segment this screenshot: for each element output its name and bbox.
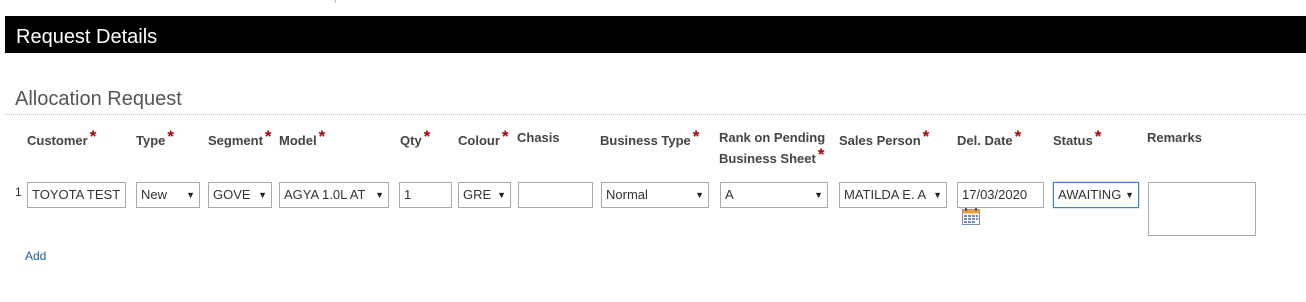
chasis-field[interactable] [518,182,593,208]
col-label-chasis: Chasis [517,130,560,145]
col-header-sales-person: Sales Person * [839,127,930,151]
col-header-del-date: Del. Date * [957,127,1022,151]
required-mark: * [1094,127,1102,146]
sales-person-select[interactable]: MATILDA E. A ▼ [839,182,947,208]
add-row-link[interactable]: Add [25,249,46,263]
dropdown-arrow-icon: ▼ [1125,190,1134,200]
col-label-sales-person: Sales Person [839,133,921,148]
col-header-chasis: Chasis [517,128,560,148]
section-divider [5,114,1306,115]
required-mark: * [423,127,431,146]
col-label-segment: Segment [208,133,263,148]
col-label-customer: Customer [27,133,88,148]
dropdown-arrow-icon: ▼ [258,190,267,200]
business-type-select-value: Normal [606,187,648,202]
col-header-model: Model * [279,127,326,151]
sales-person-select-value: MATILDA E. A [844,187,927,202]
type-select-value: New [141,187,168,202]
business-type-select[interactable]: Normal ▼ [601,182,709,208]
col-header-segment: Segment * [208,127,272,151]
rank-select[interactable]: A ▼ [720,182,828,208]
col-header-rank: Rank on Pending Business Sheet * [719,128,825,169]
required-mark: * [692,127,700,146]
col-label-model: Model [279,133,317,148]
col-label-rank-line2: Business Sheet [719,151,816,166]
col-header-status: Status * [1053,127,1102,151]
rank-select-value: A [725,187,734,202]
model-select-value: AGYA 1.0L AT [284,187,366,202]
col-header-customer: Customer * [27,127,97,151]
col-label-rank-line1: Rank on Pending [719,130,826,145]
status-select-value: AWAITING [1058,187,1122,202]
calendar-icon[interactable] [962,208,980,225]
dropdown-arrow-icon: ▼ [497,190,506,200]
required-mark: * [501,127,509,146]
qty-field[interactable]: 1 [399,182,452,208]
col-label-type: Type [136,133,166,148]
dropdown-arrow-icon: ▼ [814,190,823,200]
dropdown-arrow-icon: ▼ [375,190,384,200]
col-header-qty: Qty * [400,127,431,151]
col-header-colour: Colour * [458,127,509,151]
del-date-field[interactable]: 17/03/2020 [957,182,1044,208]
col-header-business-type: Business Type * [600,127,700,151]
required-mark: * [1014,127,1022,146]
model-select[interactable]: AGYA 1.0L AT ▼ [279,182,389,208]
header-title: Request Details [16,26,158,48]
dropdown-arrow-icon: ▼ [933,190,942,200]
section-title: Allocation Request [15,88,182,110]
required-mark: * [264,127,272,146]
required-mark: * [89,127,97,146]
customer-field[interactable]: TOYOTA TEST [27,182,126,208]
colour-select[interactable]: GRE ▼ [458,182,511,208]
row-number: 1 [15,185,22,199]
required-mark: * [167,127,175,146]
type-select[interactable]: New ▼ [136,182,200,208]
remarks-textarea[interactable] [1148,182,1256,236]
col-label-qty: Qty [400,133,422,148]
required-mark: * [318,127,326,146]
top-divider [335,0,336,3]
col-label-business-type: Business Type [600,133,691,148]
colour-select-value: GRE [463,187,492,202]
segment-select-value: GOVE [213,187,251,202]
col-label-remarks: Remarks [1147,130,1202,145]
required-mark: * [922,127,930,146]
col-label-status: Status [1053,133,1093,148]
col-header-remarks: Remarks [1147,128,1202,148]
request-details-header: Request Details [5,16,1306,53]
col-header-type: Type * [136,127,175,151]
dropdown-arrow-icon: ▼ [695,190,704,200]
segment-select[interactable]: GOVE ▼ [208,182,272,208]
required-mark: * [817,145,825,164]
col-label-del-date: Del. Date [957,133,1013,148]
status-select[interactable]: AWAITING ▼ [1053,182,1139,208]
dropdown-arrow-icon: ▼ [186,190,195,200]
col-label-colour: Colour [458,133,500,148]
